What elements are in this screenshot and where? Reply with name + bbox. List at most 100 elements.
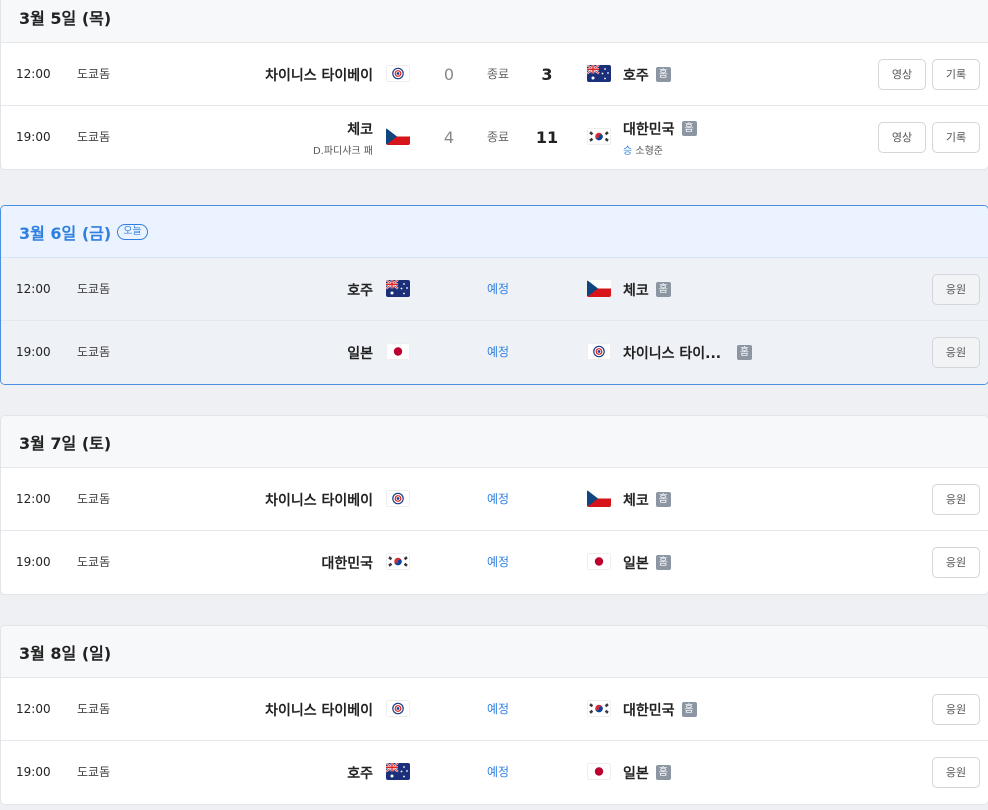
away-team: 일본 [347, 321, 373, 384]
day-header: 3월 8일 (일) [1, 626, 988, 678]
game-time: 12:00 [16, 67, 51, 81]
home-badge: 홈 [737, 345, 752, 360]
game-row[interactable]: 19:00 도쿄돔 대한민국 예정 일본 홈 응원 [1, 531, 988, 594]
game-time: 19:00 [16, 130, 51, 144]
game-time: 19:00 [16, 765, 51, 779]
australia-flag-icon [386, 280, 410, 297]
korea-flag-icon [587, 128, 611, 145]
game-status: 예정 [486, 282, 510, 296]
chinese-taipei-flag-icon [386, 490, 410, 507]
away-team: 차이니스 타이베이 [265, 43, 373, 106]
game-venue: 도쿄돔 [77, 282, 111, 296]
day-header: 3월 7일 (토) [1, 416, 988, 468]
game-status: 예정 [486, 492, 510, 506]
australia-flag-icon [386, 763, 410, 780]
home-team-name: 차이니스 타이... [623, 345, 722, 362]
game-time: 12:00 [16, 702, 51, 716]
game-row[interactable]: 19:00 도쿄돔 일본 예정 차이니스 타이... 홈 응원 [1, 321, 988, 384]
game-row[interactable]: 12:00 도쿄돔 차이니스 타이베이 0 종료 3 호주 홈 영상 기록 [1, 43, 988, 106]
day-date-label: 3월 5일 (목) [19, 8, 112, 28]
game-row[interactable]: 12:00 도쿄돔 호주 예정 체코 홈 응원 [1, 258, 988, 321]
away-score: 0 [443, 65, 455, 84]
home-team-name: 대한민국 [623, 121, 675, 138]
home-team-name: 호주 [623, 67, 649, 84]
chinese-taipei-flag-icon [587, 343, 611, 360]
game-row[interactable]: 19:00 도쿄돔 호주 예정 일본 홈 응원 [1, 741, 988, 804]
away-team-name: 호주 [347, 765, 373, 782]
game-status: 예정 [486, 345, 510, 359]
chinese-taipei-flag-icon [386, 700, 410, 717]
today-badge: 오늘 [117, 223, 148, 240]
game-venue: 도쿄돔 [77, 555, 111, 569]
home-badge: 홈 [655, 67, 671, 82]
day-section: 3월 7일 (토) 12:00 도쿄돔 차이니스 타이베이 예정 체코 홈 응원… [0, 415, 988, 595]
home-team-name: 체코 [623, 282, 649, 299]
away-team-name: 체코 [347, 121, 373, 138]
away-team: 차이니스 타이베이 [265, 468, 373, 531]
home-team: 대한민국 홈 승 소형준 [623, 106, 697, 169]
away-team-name: 대한민국 [321, 555, 373, 572]
away-team: 차이니스 타이베이 [265, 678, 373, 741]
australia-flag-icon [587, 65, 611, 82]
home-score: 11 [535, 128, 559, 147]
home-team: 대한민국 홈 [623, 678, 697, 741]
home-team: 차이니스 타이... 홈 [623, 321, 752, 384]
game-venue: 도쿄돔 [77, 765, 111, 779]
away-team-name: 일본 [347, 345, 373, 362]
czechia-flag-icon [386, 128, 410, 145]
home-score: 3 [541, 65, 553, 84]
away-team-name: 차이니스 타이베이 [265, 492, 373, 509]
game-time: 12:00 [16, 282, 51, 296]
game-venue: 도쿄돔 [77, 67, 111, 81]
game-row[interactable]: 12:00 도쿄돔 차이니스 타이베이 예정 대한민국 홈 응원 [1, 678, 988, 741]
away-team: 대한민국 [321, 531, 373, 594]
video-button[interactable]: 영상 [878, 122, 926, 153]
game-row[interactable]: 19:00 도쿄돔 체코 D.파디샤크 패 4 종료 11 대한민국 홈 승 소… [1, 106, 988, 169]
game-status: 종료 [486, 67, 510, 81]
cheer-button[interactable]: 응원 [932, 547, 980, 578]
day-section: 3월 8일 (일) 12:00 도쿄돔 차이니스 타이베이 예정 대한민국 홈 … [0, 625, 988, 805]
cheer-button[interactable]: 응원 [932, 757, 980, 788]
away-team: 호주 [347, 258, 373, 321]
cheer-button[interactable]: 응원 [932, 274, 980, 305]
pitcher-result: 승 [623, 145, 633, 157]
day-date-label: 3월 8일 (일) [19, 643, 112, 663]
home-badge: 홈 [681, 121, 697, 136]
game-status: 예정 [486, 555, 510, 569]
day-section-today: 3월 6일 (금) 오늘 12:00 도쿄돔 호주 예정 체코 홈 응원 19:… [0, 205, 988, 385]
game-row[interactable]: 12:00 도쿄돔 차이니스 타이베이 예정 체코 홈 응원 [1, 468, 988, 531]
day-date-label: 3월 6일 (금) [19, 223, 112, 243]
home-badge: 홈 [655, 555, 671, 570]
away-score: 4 [443, 128, 455, 147]
home-team: 일본 홈 [623, 531, 671, 594]
away-team-name: 호주 [347, 282, 373, 299]
czechia-flag-icon [587, 280, 611, 297]
home-team: 호주 홈 [623, 43, 671, 106]
game-time: 19:00 [16, 555, 51, 569]
game-status: 종료 [486, 130, 510, 144]
game-status: 예정 [486, 702, 510, 716]
game-venue: 도쿄돔 [77, 492, 111, 506]
korea-flag-icon [386, 553, 410, 570]
away-team-name: 차이니스 타이베이 [265, 702, 373, 719]
cheer-button[interactable]: 응원 [932, 694, 980, 725]
cheer-button[interactable]: 응원 [932, 484, 980, 515]
away-team: 체코 D.파디샤크 패 [313, 106, 373, 169]
cheer-button[interactable]: 응원 [932, 337, 980, 368]
record-button[interactable]: 기록 [932, 122, 980, 153]
day-date-label: 3월 7일 (토) [19, 433, 112, 453]
korea-flag-icon [587, 700, 611, 717]
pitcher-name: 소형준 [635, 145, 663, 157]
home-team-name: 대한민국 [623, 702, 675, 719]
game-venue: 도쿄돔 [77, 130, 111, 144]
away-team-name: 차이니스 타이베이 [265, 67, 373, 84]
day-section: 3월 5일 (목) 12:00 도쿄돔 차이니스 타이베이 0 종료 3 호주 … [0, 0, 988, 170]
japan-flag-icon [587, 553, 611, 570]
home-team-name: 일본 [623, 555, 649, 572]
czechia-flag-icon [587, 490, 611, 507]
record-button[interactable]: 기록 [932, 59, 980, 90]
video-button[interactable]: 영상 [878, 59, 926, 90]
home-pitcher: 승 소형준 [623, 142, 697, 157]
home-team: 체코 홈 [623, 258, 671, 321]
away-team: 호주 [347, 741, 373, 804]
